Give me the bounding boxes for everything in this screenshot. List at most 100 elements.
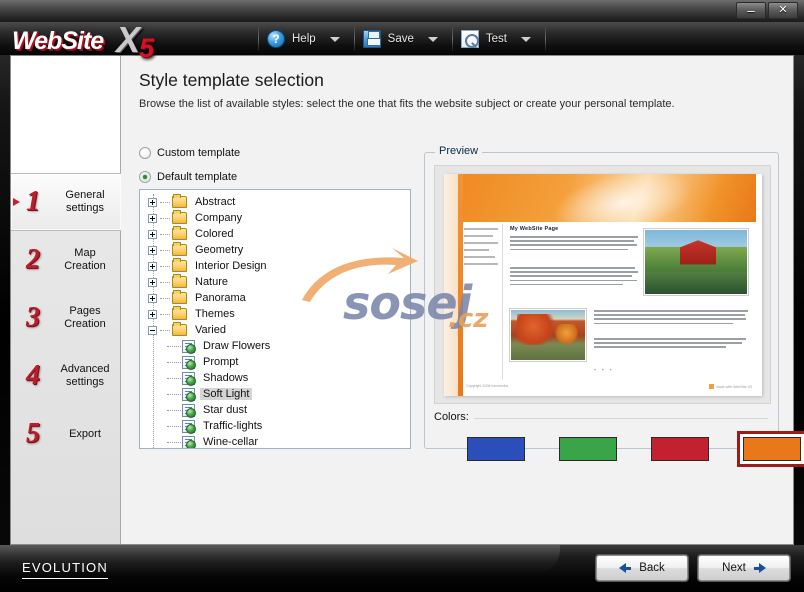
bottom-bar: EVOLUTION Back Next — [0, 545, 804, 592]
tree-folder-label: Interior Design — [195, 260, 267, 272]
sidebar-item-map-creation[interactable]: 2 Map Creation — [11, 231, 121, 289]
tree-folder-geometry[interactable]: Geometry — [140, 242, 410, 258]
template-page-icon — [182, 371, 196, 386]
sidebar-item-export[interactable]: 5 Export — [11, 405, 121, 463]
template-page-icon — [182, 339, 196, 354]
step-list: 1 General settings 2 Map Creation 3 Page… — [11, 173, 121, 463]
next-button[interactable]: Next — [698, 555, 790, 581]
preview-badge-text: made with WebSite X5 — [715, 384, 752, 389]
magnifier-page-icon — [460, 30, 479, 48]
tree-item-shadows[interactable]: Shadows — [140, 370, 410, 386]
preview-canvas: My WebSite Page • • • Copyright 2008 Inc… — [434, 165, 771, 404]
preview-paragraph — [510, 267, 638, 288]
test-dropdown-chevron-icon[interactable] — [520, 36, 531, 42]
help-dropdown-chevron-icon[interactable] — [329, 36, 340, 42]
tree-folder-label: Abstract — [195, 196, 236, 208]
sidebar-item-general-settings[interactable]: 1 General settings — [11, 173, 121, 231]
tree-folder-label: Varied — [195, 324, 226, 336]
tree-item-traffic-lights[interactable]: Traffic-lights — [140, 418, 410, 434]
sidebar-item-pages-creation[interactable]: 3 Pages Creation — [11, 289, 121, 347]
folder-icon — [172, 242, 187, 256]
sidebar-item-advanced-settings[interactable]: 4 Advanced settings — [11, 347, 121, 405]
tree-item-star-dust[interactable]: Star dust — [140, 402, 410, 418]
expand-icon[interactable] — [148, 277, 157, 287]
preview-page-heading: My WebSite Page — [510, 226, 559, 232]
tree-item-label: Draw Flowers — [203, 340, 271, 352]
tree-connector — [160, 217, 170, 219]
folder-icon — [172, 322, 187, 336]
title-bar: – ✕ — [0, 0, 804, 22]
toolbar-save-button[interactable]: Save — [355, 26, 452, 52]
tree-folder-label: Company — [195, 212, 243, 224]
radio-default-indicator-icon — [139, 171, 151, 183]
tree-item-draw-flowers[interactable]: Draw Flowers — [140, 338, 410, 354]
template-page-icon — [182, 355, 196, 370]
color-swatch-green[interactable] — [553, 431, 623, 467]
tree-item-wine-cellar[interactable]: Wine-cellar — [140, 434, 410, 448]
save-dropdown-chevron-icon[interactable] — [427, 36, 438, 42]
tree-folder-colored[interactable]: Colored — [140, 226, 410, 242]
close-button[interactable]: ✕ — [768, 2, 798, 19]
preview-footer-text: Copyright 2008 Incomedia — [466, 384, 508, 388]
radio-default-template[interactable]: Default template — [139, 171, 237, 183]
colors-separator — [473, 418, 768, 419]
tree-item-prompt[interactable]: Prompt — [140, 354, 410, 370]
back-button[interactable]: Back — [596, 555, 688, 581]
tree-connector — [160, 313, 170, 315]
toolbar-test-button[interactable]: Test — [453, 26, 545, 52]
tree-folder-company[interactable]: Company — [140, 210, 410, 226]
tree-folder-themes[interactable]: Themes — [140, 306, 410, 322]
preview-group: Preview My WebSite Page • • • Copyright … — [424, 145, 804, 467]
step-label: General settings — [65, 189, 105, 214]
expand-icon[interactable] — [148, 229, 157, 239]
template-preview-page: My WebSite Page • • • Copyright 2008 Inc… — [444, 174, 762, 396]
color-swatch-red[interactable] — [645, 431, 715, 467]
back-button-label: Back — [639, 562, 665, 574]
template-page-icon — [182, 419, 196, 434]
tree-folder-abstract[interactable]: Abstract — [140, 194, 410, 210]
color-swatch-list — [461, 431, 804, 467]
preview-paragraph — [594, 338, 748, 351]
expand-icon[interactable] — [148, 197, 157, 207]
tree-item-soft-light[interactable]: Soft Light — [140, 386, 410, 402]
tree-connector — [160, 297, 170, 299]
floppy-disk-icon — [362, 30, 381, 48]
preview-photo-barn — [644, 229, 748, 295]
expand-icon[interactable] — [148, 261, 157, 271]
expand-icon[interactable] — [148, 213, 157, 223]
step-label: Export — [69, 427, 101, 440]
tree-item-label: Star dust — [203, 404, 248, 416]
expand-icon[interactable] — [148, 309, 157, 319]
page-subtitle: Browse the list of available styles: sel… — [139, 98, 675, 110]
swatch-fill — [651, 437, 709, 461]
collapse-icon[interactable] — [148, 325, 157, 335]
tree-folder-nature[interactable]: Nature — [140, 274, 410, 290]
preview-header-banner — [463, 174, 756, 222]
preview-photo-autumn — [510, 309, 586, 361]
help-icon — [267, 30, 285, 48]
tree-folder-label: Geometry — [195, 244, 244, 256]
arrow-left-icon — [619, 563, 632, 573]
tree-item-label: Traffic-lights — [203, 420, 263, 432]
template-page-icon — [182, 403, 196, 418]
tree-folder-panorama[interactable]: Panorama — [140, 290, 410, 306]
step-number: 5 — [26, 418, 40, 449]
color-swatch-orange[interactable] — [737, 431, 804, 467]
preview-column-divider — [502, 224, 503, 380]
tree-connector — [160, 265, 170, 267]
tree-folder-label: Nature — [195, 276, 229, 288]
radio-custom-template[interactable]: Custom template — [139, 147, 240, 159]
minimize-button[interactable]: – — [736, 2, 766, 19]
expand-icon[interactable] — [148, 245, 157, 255]
next-button-label: Next — [722, 562, 746, 574]
tree-folder-interior-design[interactable]: Interior Design — [140, 258, 410, 274]
template-tree[interactable]: Abstract Company Colored Geometry Interior D… — [139, 189, 411, 449]
tree-folder-varied[interactable]: Varied — [140, 322, 410, 338]
toolbar-save-label: Save — [387, 33, 414, 45]
arrow-right-icon — [753, 563, 766, 573]
template-page-icon — [182, 435, 196, 448]
toolbar-help-button[interactable]: Help — [259, 26, 354, 52]
application-window: – ✕ X WebSite 5 Help Save Test — [0, 0, 804, 592]
expand-icon[interactable] — [148, 293, 157, 303]
color-swatch-blue[interactable] — [461, 431, 531, 467]
